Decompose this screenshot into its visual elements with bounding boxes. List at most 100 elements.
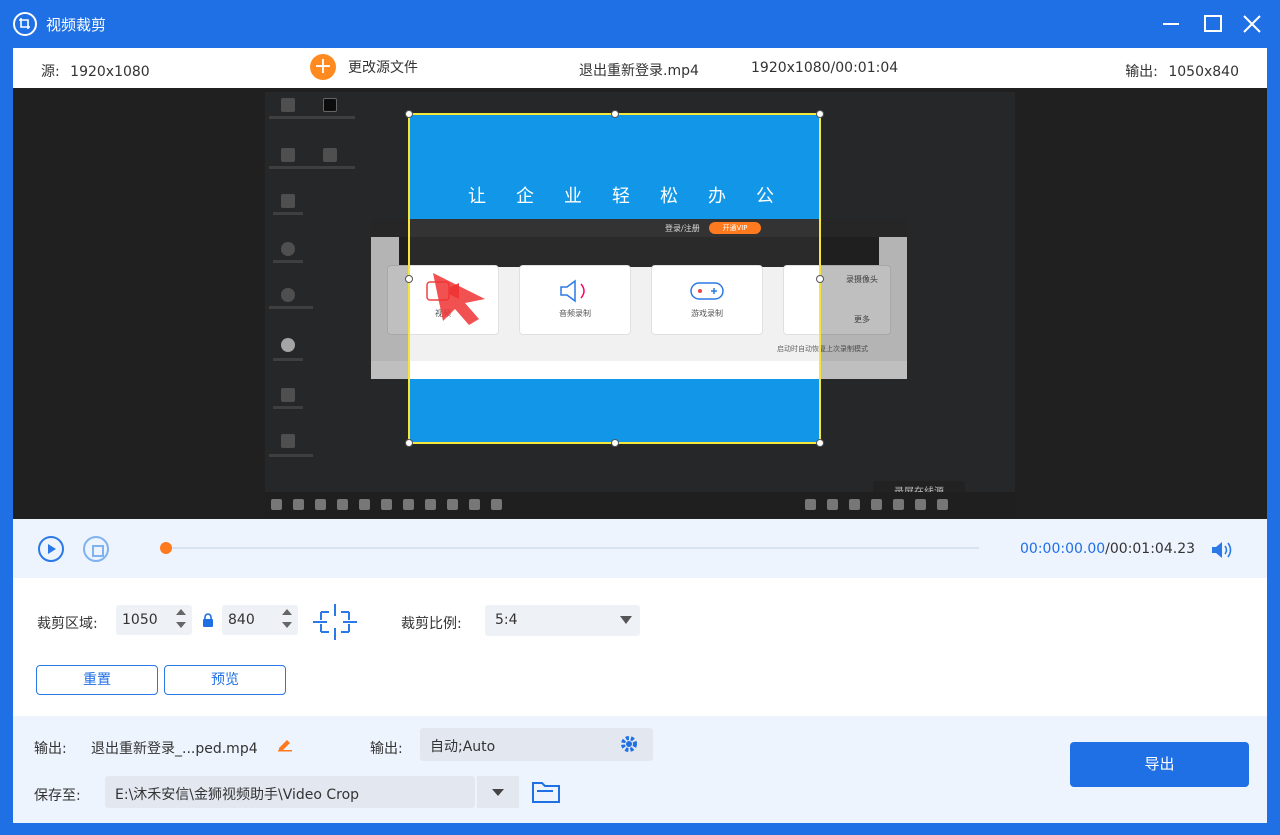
output-format-value: 自动;Auto [430,739,496,755]
chevron-down-icon [620,616,632,624]
playback-bar: 00:00:00.00/00:01:04.23 [13,519,1267,578]
output-name-value: 退出重新登录_...ped.mp4 [91,741,258,757]
maximize-button[interactable] [1199,10,1227,38]
current-time: 00:00:00.00 [1020,541,1106,557]
crop-ratio-select[interactable]: 5:4 [485,605,640,636]
output-name-label: 输出: [34,741,67,757]
reset-button[interactable]: 重置 [36,665,158,695]
crop-handle-top-right[interactable] [816,110,824,118]
volume-icon [1212,542,1232,558]
source-info: 源: 1920x1080 [41,61,150,81]
desktop-icon-label [311,116,355,119]
webcam-option: 录摄像头 [846,275,878,284]
crop-width-input[interactable]: 1050 [116,605,192,635]
crop-handle-bottom[interactable] [611,439,619,447]
desktop-icon [323,98,337,112]
more-option: 更多 [854,315,870,324]
open-folder-icon[interactable] [531,779,561,809]
timecode: 00:00:00.00/00:01:04.23 [1020,541,1195,557]
play-icon [48,544,56,554]
taskbar-icon [381,499,392,510]
desktop-icon [281,242,295,256]
export-button[interactable]: 导出 [1070,742,1249,787]
video-preview[interactable]: 让企业轻松办公 登录/注册 开通VIP 视频 音频录制 [13,88,1267,519]
tray-icon [937,499,948,510]
crop-frame[interactable] [405,110,824,447]
output-label: 输出: [1125,64,1158,80]
crop-handle-left[interactable] [405,275,413,283]
output-resolution: 1050x840 [1168,64,1239,80]
crop-ratio-value: 5:4 [495,612,518,628]
desktop-icon-label [269,166,313,169]
close-button[interactable] [1238,10,1266,38]
tray-icon [893,499,904,510]
file-meta: 1920x1080/00:01:04 [751,60,899,76]
width-stepper[interactable] [176,609,186,628]
plus-icon: + [310,54,336,80]
increment-icon[interactable] [282,609,292,615]
change-source-label: 更改源文件 [348,60,418,76]
taskbar-icon [293,499,304,510]
volume-button[interactable] [1209,540,1233,564]
crop-height-value: 840 [228,612,255,628]
play-button[interactable] [38,536,64,562]
decrement-icon[interactable] [282,622,292,628]
center-crop-icon[interactable] [313,604,357,644]
crop-handle-top-left[interactable] [405,110,413,118]
save-path-dropdown[interactable] [477,776,519,808]
tray-icon [827,499,838,510]
desktop-icon [281,388,295,402]
taskbar-icon [359,499,370,510]
progress-thumb[interactable] [160,542,172,554]
preview-button[interactable]: 预览 [164,665,286,695]
edit-icon[interactable] [277,736,293,756]
desktop-icon [281,434,295,448]
gear-icon[interactable] [619,734,639,758]
taskbar-icon [403,499,414,510]
desktop-icon-label [269,306,313,309]
desktop-icon-label [273,406,303,409]
output-settings: 输出: 退出重新登录_...ped.mp4 输出: 自动;Auto 保存至: E… [13,716,1267,823]
desktop-icon [281,98,295,112]
crop-handle-bottom-right[interactable] [816,439,824,447]
save-to-label: 保存至: [34,788,81,804]
increment-icon[interactable] [176,609,186,615]
taskbar-icon [425,499,436,510]
taskbar-icon [337,499,348,510]
recycle-bin-icon [281,194,295,208]
save-path-value: E:\沐禾安信\金狮视频助手\Video Crop [115,787,360,803]
output-info: 输出: 1050x840 [1125,61,1239,81]
desktop-icon-label [273,212,303,215]
desktop-icon-label [273,358,303,361]
save-path-field[interactable]: E:\沐禾安信\金狮视频助手\Video Crop [105,776,475,808]
decrement-icon[interactable] [176,622,186,628]
source-resolution: 1920x1080 [70,64,150,80]
output-format-label: 输出: [370,741,403,757]
height-stepper[interactable] [282,609,292,628]
crop-handle-top[interactable] [611,110,619,118]
stop-button[interactable] [83,536,109,562]
crop-handle-right[interactable] [816,275,824,283]
video-frame: 让企业轻松办公 登录/注册 开通VIP 视频 音频录制 [265,92,1015,517]
desktop-icon [323,148,337,162]
progress-track[interactable] [165,547,979,549]
change-source-button[interactable]: + 更改源文件 [310,53,418,81]
desktop-icon-label [269,116,313,119]
lock-ratio-icon[interactable] [202,612,214,631]
taskbar-icon [315,499,326,510]
crop-handle-bottom-left[interactable] [405,439,413,447]
taskbar-icon [447,499,458,510]
file-name: 退出重新登录.mp4 [579,63,699,79]
title-bar: 视频裁剪 [0,0,1280,48]
main-panel: 源: 1920x1080 + 更改源文件 退出重新登录.mp4 1920x108… [13,48,1267,823]
source-info-bar: 源: 1920x1080 + 更改源文件 退出重新登录.mp4 1920x108… [13,48,1267,88]
window-title: 视频裁剪 [46,16,107,34]
crop-height-input[interactable]: 840 [222,605,298,635]
taskbar-icon [469,499,480,510]
desktop-icon [281,288,295,302]
tray-icon [915,499,926,510]
minimize-button[interactable] [1157,10,1185,38]
desktop-icon [281,338,295,352]
crop-ratio-label: 裁剪比例: [401,616,462,632]
taskbar-icon [491,499,502,510]
